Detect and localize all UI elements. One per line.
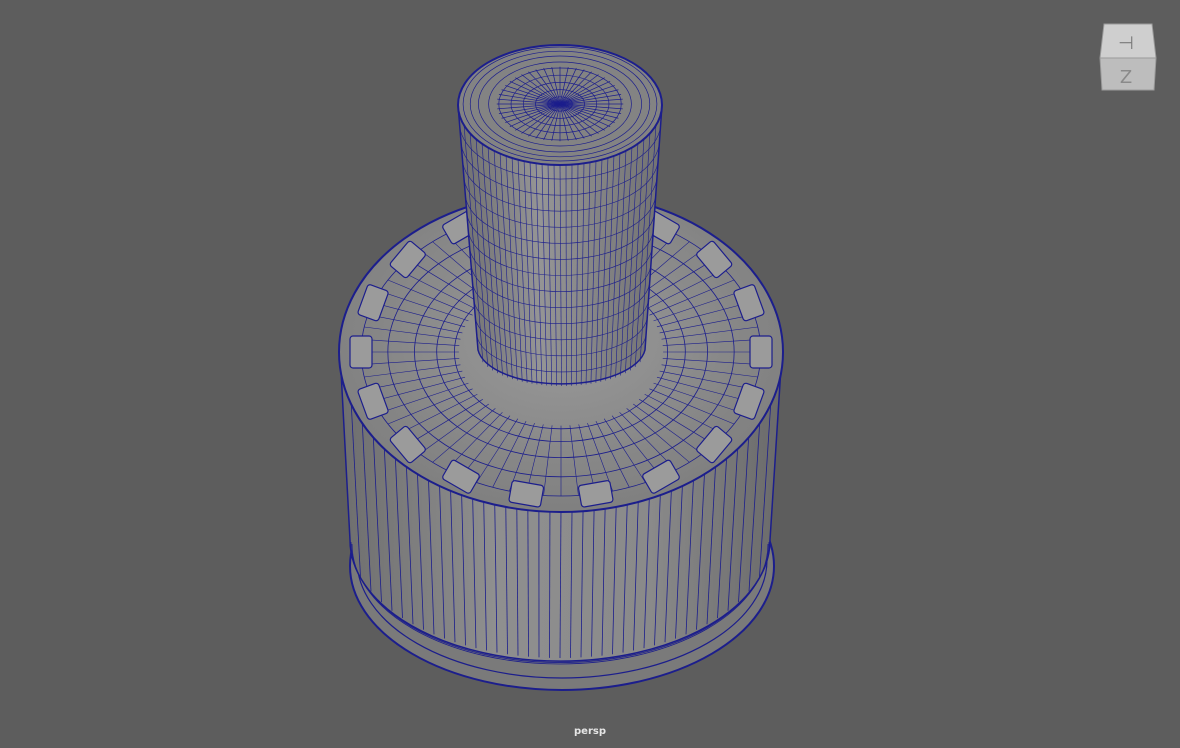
mesh-object[interactable] (0, 0, 1180, 748)
rim-bump (349, 335, 373, 369)
viewcube-navigator[interactable]: ⊣ Z (1096, 20, 1158, 94)
viewcube-front-glyph: Z (1120, 67, 1132, 88)
perspective-viewport[interactable]: ⊣ Z persp (0, 0, 1180, 748)
viewcube-top-glyph: ⊣ (1118, 33, 1134, 54)
rim-bump (577, 480, 614, 508)
camera-name-label: persp (574, 726, 606, 737)
rim-bump (508, 480, 545, 508)
rim-bump (749, 335, 773, 369)
